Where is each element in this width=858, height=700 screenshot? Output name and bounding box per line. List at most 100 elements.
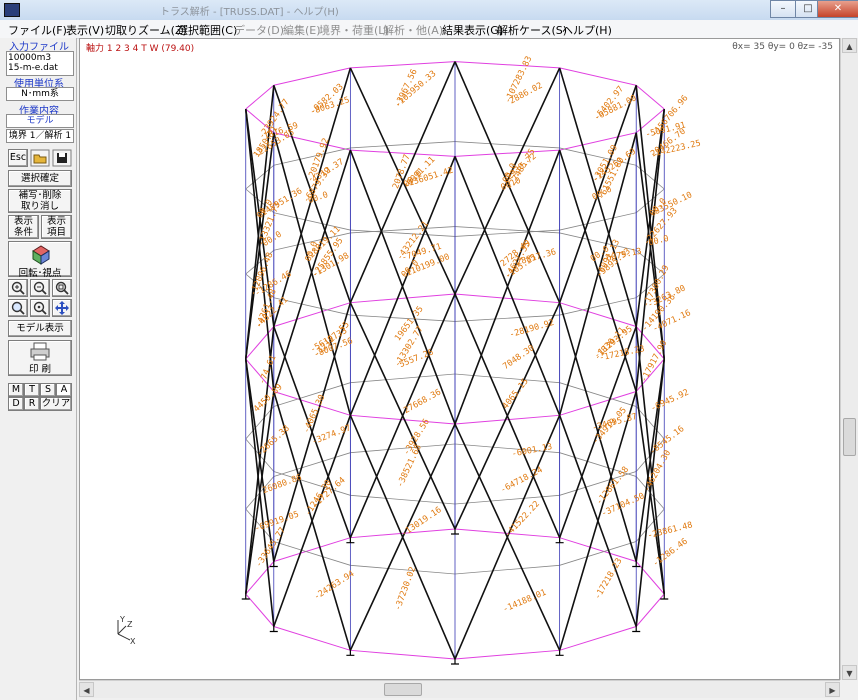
member-force-label: -2665.38 [255, 424, 292, 459]
menu-help[interactable]: ヘルプ(H) [562, 22, 612, 38]
ring-member[interactable] [454, 61, 560, 69]
menu-view[interactable]: 表示(V) [66, 22, 104, 38]
print-button[interactable]: 印 刷 [8, 340, 72, 376]
save-button[interactable] [52, 149, 72, 167]
horizontal-scrollbar[interactable]: ◀ ▶ [79, 680, 840, 698]
tab-t[interactable]: T [24, 383, 40, 397]
diagonal-member[interactable] [454, 302, 561, 530]
zoom-center-button[interactable] [30, 299, 50, 317]
axis-label-y: Y [119, 615, 125, 624]
axis-triad-icon: Y X Z [117, 615, 136, 644]
model-display-button[interactable]: モデル表示 [8, 320, 72, 337]
zoom-center-icon [33, 301, 47, 315]
ring-member[interactable] [559, 132, 637, 151]
diagonal-member[interactable] [349, 149, 456, 425]
zoom-fit-button[interactable] [52, 279, 72, 297]
scroll-left-arrow[interactable]: ◀ [79, 682, 94, 697]
print-label: 印 刷 [28, 364, 52, 375]
ring-member[interactable] [245, 84, 275, 110]
tab-r[interactable]: R [24, 397, 40, 411]
ring-member[interactable] [245, 593, 275, 627]
unit-value: N･mm系 [6, 87, 74, 101]
scroll-right-arrow[interactable]: ▶ [825, 682, 840, 697]
support-symbol [346, 650, 355, 656]
ring-member[interactable] [273, 537, 351, 562]
support-symbol [451, 659, 459, 665]
ring-member[interactable] [454, 229, 560, 237]
ring-member[interactable] [273, 212, 351, 231]
vertical-scrollbar[interactable]: ▲ ▼ [840, 38, 858, 680]
menu-analysis[interactable]: 解析・他(A) [383, 22, 443, 38]
complement-delete-button[interactable]: 補写･削除 取り消し [8, 189, 72, 213]
ring-member[interactable] [559, 541, 637, 566]
rotate-view-button[interactable]: 回転･視点 [8, 241, 72, 279]
ring-member[interactable] [273, 452, 351, 477]
member-force-label: 7048.30 [501, 343, 536, 372]
tab-s[interactable]: S [40, 383, 56, 397]
diagonal-member[interactable] [454, 156, 561, 416]
ring-member[interactable] [559, 537, 637, 562]
menu-file[interactable]: ファイル(F) [8, 22, 67, 38]
ring-member[interactable] [635, 593, 665, 627]
member-force-label: -28190.92 [508, 318, 555, 340]
ring-member[interactable] [454, 141, 560, 149]
open-file-button[interactable] [30, 149, 50, 167]
menu-boundary-load[interactable]: 境界・荷重(L) [319, 22, 389, 38]
ring-member[interactable] [273, 626, 351, 651]
minimize-button[interactable]: – [770, 0, 796, 18]
ring-member[interactable] [350, 293, 456, 304]
work-value: モデル [6, 114, 74, 128]
tab-m[interactable]: M [8, 383, 24, 397]
ring-member[interactable] [350, 226, 456, 234]
ring-member[interactable] [350, 141, 456, 149]
scroll-down-arrow[interactable]: ▼ [842, 665, 857, 680]
display-conditions-button[interactable]: 表示 条件 [8, 215, 39, 239]
display-items-button[interactable]: 表示 項目 [41, 215, 72, 239]
esc-button[interactable]: Esc [8, 149, 28, 167]
ring-member[interactable] [454, 149, 560, 157]
clear-button[interactable]: クリア [40, 397, 72, 411]
ring-member[interactable] [350, 314, 456, 322]
menu-analysis-case[interactable]: 解析ケース(S) [497, 22, 567, 38]
zoom-in-button[interactable] [8, 279, 28, 297]
menu-results[interactable]: 結果表示(G) [442, 22, 503, 38]
menu-select[interactable]: 選択範囲(C) [177, 22, 237, 38]
ring-member[interactable] [350, 649, 456, 660]
menu-edit[interactable]: 編集(E) [283, 22, 321, 38]
view-angle-readout: θx= 35 θy= 0 θz= -35 [732, 42, 833, 52]
ring-member[interactable] [559, 212, 637, 231]
structure-canvas[interactable]: 軸力 1 2 3 4 T W (79.40) θx= 35 θy= 0 θz= … [79, 38, 840, 680]
vertical-scroll-thumb[interactable] [843, 418, 856, 456]
horizontal-scroll-thumb[interactable] [384, 683, 422, 696]
tab-a[interactable]: A [56, 383, 72, 397]
scroll-up-arrow[interactable]: ▲ [842, 38, 857, 53]
ring-member[interactable] [454, 564, 560, 575]
member-force-label: -64718.24 [499, 465, 544, 495]
ring-member[interactable] [350, 564, 456, 575]
tab-d[interactable]: D [8, 397, 24, 411]
menu-data[interactable]: データ(D) [234, 22, 284, 38]
ring-member[interactable] [635, 84, 665, 110]
member-force-label: -6945.92 [649, 388, 690, 414]
member-force-label: -23861.48 [647, 520, 694, 541]
ring-member[interactable] [273, 541, 351, 566]
close-button[interactable]: ✕ [817, 0, 858, 18]
truss-model-drawing[interactable]: 2078.774312.371850.711816.59-9582.03 -396… [80, 39, 839, 679]
zoom-out-button[interactable] [30, 279, 50, 297]
ring-member[interactable] [454, 226, 560, 234]
ring-member[interactable] [350, 229, 456, 237]
window-title: トラス解析 - [TRUSS.DAT] - ヘルプ(H) [160, 7, 339, 18]
ring-member[interactable] [454, 649, 560, 660]
menu-zoom[interactable]: 切取りズーム(Z) [105, 22, 187, 38]
pan-button[interactable] [52, 299, 72, 317]
title-bar: トラス解析 - [TRUSS.DAT] - ヘルプ(H) – □ ✕ [0, 0, 858, 21]
confirm-selection-button[interactable]: 選択確定 [8, 170, 72, 187]
zoom-window-button[interactable] [8, 299, 28, 317]
ring-member[interactable] [350, 61, 456, 69]
input-file-line1: 10000m3 [8, 53, 52, 63]
ring-member[interactable] [559, 626, 637, 651]
ring-member[interactable] [559, 67, 637, 86]
app-icon[interactable] [4, 3, 20, 17]
member-force-label: -74.61 [257, 354, 278, 386]
ring-member[interactable] [454, 293, 560, 304]
